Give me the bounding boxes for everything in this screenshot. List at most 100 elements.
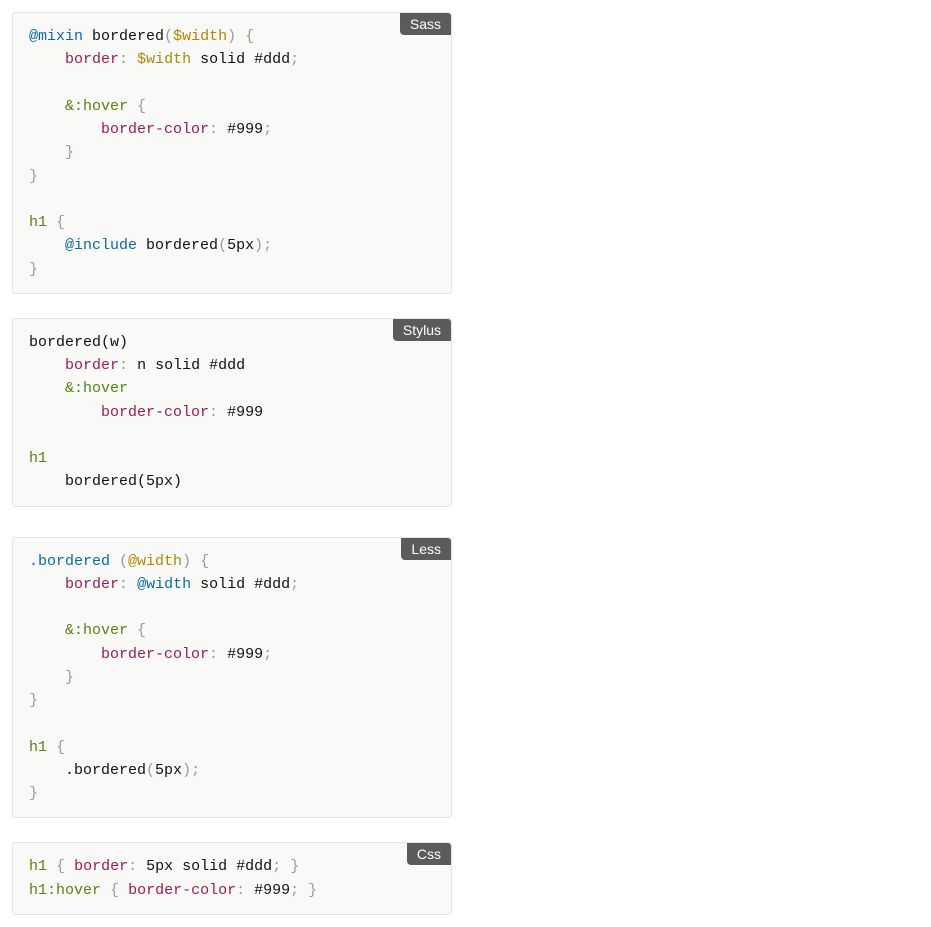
code-token: bordered( bbox=[65, 473, 146, 490]
css-code: h1 { border: 5px solid #ddd; } h1:hover … bbox=[29, 855, 435, 902]
code-grid: Sass @mixin bordered($width) { border: $… bbox=[12, 12, 919, 915]
code-token: } bbox=[29, 168, 38, 185]
code-token: ; bbox=[263, 237, 272, 254]
code-token: h1 bbox=[29, 858, 47, 875]
code-token: solid bbox=[200, 51, 245, 68]
css-card: Css h1 { border: 5px solid #ddd; } h1:ho… bbox=[12, 842, 452, 915]
code-token: ) bbox=[182, 553, 191, 570]
code-token: $width bbox=[173, 28, 227, 45]
code-token: ; bbox=[263, 121, 272, 138]
code-token: ; bbox=[290, 51, 299, 68]
less-card: Less .bordered (@width) { border: @width… bbox=[12, 537, 452, 819]
code-token: } bbox=[65, 144, 74, 161]
code-token: solid bbox=[155, 357, 200, 374]
code-token: .bordered bbox=[29, 553, 110, 570]
right-column: Less .bordered (@width) { border: @width… bbox=[12, 537, 452, 915]
code-token: { bbox=[56, 858, 65, 875]
code-token: @include bbox=[65, 237, 137, 254]
code-token: : bbox=[209, 121, 218, 138]
code-token: { bbox=[56, 739, 65, 756]
stylus-card: Stylus bordered(w) border: n solid #ddd … bbox=[12, 318, 452, 507]
sass-tag: Sass bbox=[400, 13, 451, 35]
code-token: ; bbox=[290, 882, 299, 899]
code-token: border-color bbox=[128, 882, 236, 899]
code-token: bordered(w) bbox=[29, 334, 128, 351]
code-token: border bbox=[74, 858, 128, 875]
code-token: ( bbox=[119, 553, 128, 570]
code-token: } bbox=[290, 858, 299, 875]
code-token: border bbox=[65, 357, 119, 374]
code-token: #999 bbox=[227, 121, 263, 138]
code-token: ) bbox=[173, 473, 182, 490]
code-token: ; bbox=[272, 858, 281, 875]
code-token: { bbox=[110, 882, 119, 899]
code-token: border bbox=[65, 576, 119, 593]
code-token: bordered bbox=[92, 28, 164, 45]
code-token: #ddd bbox=[209, 357, 245, 374]
code-token: ; bbox=[263, 646, 272, 663]
code-token: { bbox=[137, 622, 146, 639]
code-token: 5px bbox=[146, 473, 173, 490]
code-token: #999 bbox=[227, 646, 263, 663]
code-token: } bbox=[29, 785, 38, 802]
code-token: ) bbox=[227, 28, 236, 45]
code-token: .bordered bbox=[65, 762, 146, 779]
less-code: .bordered (@width) { border: @width soli… bbox=[29, 550, 435, 806]
less-tag: Less bbox=[401, 538, 451, 560]
code-token: : bbox=[119, 576, 128, 593]
code-token: solid bbox=[182, 858, 227, 875]
code-token: : bbox=[128, 858, 137, 875]
code-token: $width bbox=[137, 51, 191, 68]
stylus-code: bordered(w) border: n solid #ddd &:hover… bbox=[29, 331, 435, 494]
code-token: h1 bbox=[29, 214, 47, 231]
css-tag: Css bbox=[407, 843, 451, 865]
code-token: &:hover bbox=[65, 622, 128, 639]
code-token: n bbox=[137, 357, 146, 374]
code-token: bordered bbox=[146, 237, 218, 254]
code-token: ; bbox=[191, 762, 200, 779]
code-token: } bbox=[308, 882, 317, 899]
code-token: #999 bbox=[227, 404, 263, 421]
code-token: @width bbox=[128, 553, 182, 570]
code-token: 5px bbox=[227, 237, 254, 254]
code-token: &:hover bbox=[65, 98, 128, 115]
code-token: : bbox=[209, 404, 218, 421]
code-token: @width bbox=[137, 576, 191, 593]
code-token: border-color bbox=[101, 404, 209, 421]
code-token: } bbox=[65, 669, 74, 686]
code-token: ( bbox=[218, 237, 227, 254]
code-token: h1 bbox=[29, 450, 47, 467]
code-token: ; bbox=[290, 576, 299, 593]
code-token: @mixin bbox=[29, 28, 83, 45]
code-token: border bbox=[65, 51, 119, 68]
code-token: ) bbox=[254, 237, 263, 254]
code-token: { bbox=[137, 98, 146, 115]
code-token: 5px bbox=[155, 762, 182, 779]
code-token: 5px bbox=[146, 858, 173, 875]
left-column: Sass @mixin bordered($width) { border: $… bbox=[12, 12, 452, 507]
code-token: ( bbox=[146, 762, 155, 779]
code-token: #999 bbox=[254, 882, 290, 899]
code-token: &:hover bbox=[65, 380, 128, 397]
code-token: h1 bbox=[29, 739, 47, 756]
code-token: border-color bbox=[101, 121, 209, 138]
code-token: #ddd bbox=[254, 576, 290, 593]
code-token: : bbox=[236, 882, 245, 899]
code-token: } bbox=[29, 692, 38, 709]
code-token: : bbox=[209, 646, 218, 663]
sass-card: Sass @mixin bordered($width) { border: $… bbox=[12, 12, 452, 294]
code-token: ( bbox=[164, 28, 173, 45]
code-token: { bbox=[56, 214, 65, 231]
code-token: : bbox=[119, 51, 128, 68]
code-token: : bbox=[119, 357, 128, 374]
code-token: #ddd bbox=[236, 858, 272, 875]
code-token: solid bbox=[200, 576, 245, 593]
code-token: h1:hover bbox=[29, 882, 101, 899]
code-token: { bbox=[245, 28, 254, 45]
code-token: } bbox=[29, 261, 38, 278]
sass-code: @mixin bordered($width) { border: $width… bbox=[29, 25, 435, 281]
stylus-tag: Stylus bbox=[393, 319, 451, 341]
code-token: { bbox=[200, 553, 209, 570]
code-token: #ddd bbox=[254, 51, 290, 68]
code-token: ) bbox=[182, 762, 191, 779]
